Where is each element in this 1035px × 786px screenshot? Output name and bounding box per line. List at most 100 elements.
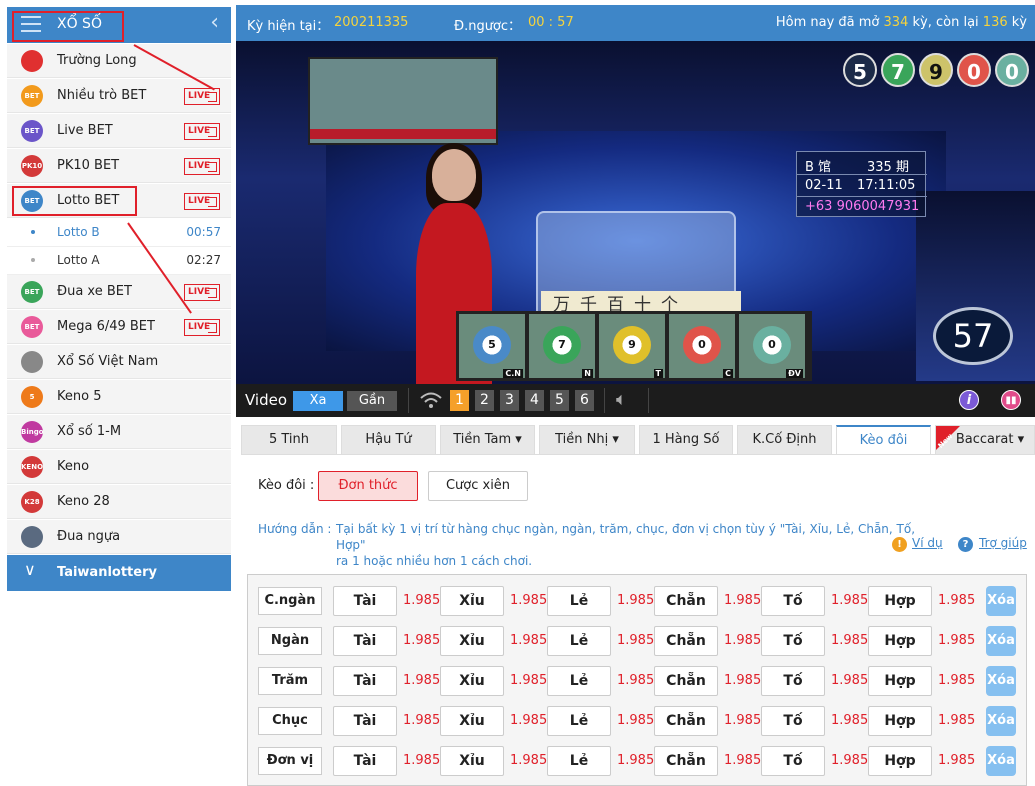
sidebar-item[interactable]: Bingo Xổ số 1-M [7, 415, 231, 449]
wifi-icon[interactable] [419, 390, 443, 410]
sidebar-subitem[interactable]: Lotto B 00:57 [7, 219, 231, 247]
bet-option-button[interactable]: Tài [333, 746, 397, 776]
table-row: Đơn vị Tài 1.985 Xỉu 1.985 Lẻ 1.985 Chẵn 1.985 Tố… [248, 735, 1028, 776]
odds-value: 1.985 [403, 633, 441, 648]
stats-icon[interactable]: ▮▮ [1001, 390, 1021, 410]
tab-1[interactable]: Hậu Tứ [341, 425, 436, 455]
tab-7[interactable]: Baccarat ▾ New [935, 425, 1035, 455]
channel-button[interactable]: 1 [450, 390, 469, 411]
tab-2[interactable]: Tiền Tam ▾ [440, 425, 535, 455]
sidebar-item-label: Keno 28 [57, 494, 110, 509]
odds-value: 1.985 [510, 633, 548, 648]
bet-option-button[interactable]: Xỉu [440, 626, 504, 656]
view-near-button[interactable]: Gần [347, 391, 397, 411]
sidebar-item-taiwanlottery[interactable]: ∨ Taiwanlottery [7, 555, 231, 591]
sidebar-item[interactable]: BET Live BET LIVE [7, 114, 231, 148]
info-icon[interactable]: i [959, 390, 979, 410]
bet-option-button[interactable]: Lẻ [547, 666, 611, 696]
channel-button[interactable]: 3 [500, 390, 519, 411]
bet-option-button[interactable]: Tài [333, 666, 397, 696]
odds-value: 1.985 [617, 753, 655, 768]
sidebar-item[interactable]: BET Mega 6/49 BET LIVE [7, 310, 231, 344]
bet-option-button[interactable]: Hợp [868, 586, 932, 616]
guide-text: Hướng dẫn : Tại bất kỳ 1 vị trí từ hàng … [258, 522, 916, 568]
period-value: 200211335 [334, 15, 409, 30]
bet-option-button[interactable]: Tố [761, 746, 825, 776]
subitem-time: 02:27 [186, 253, 221, 267]
highlight-box-lotto [12, 186, 137, 216]
tab-label: K.Cố Định [752, 432, 817, 447]
bet-pk10-icon: PK10 [21, 155, 43, 177]
speaker-icon[interactable]: 🔈︎ [616, 389, 627, 410]
row-label: Trăm [258, 667, 322, 695]
sidebar-item[interactable]: 5 Keno 5 [7, 380, 231, 414]
bet-option-button[interactable]: Chẵn [654, 666, 718, 696]
help-link[interactable]: Trợ giúp [979, 536, 1027, 550]
help-icon: ? [958, 537, 973, 552]
clear-button[interactable]: Xóa [986, 746, 1016, 776]
bet-option-button[interactable]: Tài [333, 586, 397, 616]
sidebar-item[interactable]: Trường Long [7, 44, 231, 78]
bet-option-button[interactable]: Tài [333, 706, 397, 736]
sidebar-item[interactable]: BET Đua xe BET LIVE [7, 275, 231, 309]
odds-value: 1.985 [617, 713, 655, 728]
sidebar-item[interactable]: Xổ Số Việt Nam [7, 345, 231, 379]
sidebar-item[interactable]: KENO Keno [7, 450, 231, 484]
channel-button[interactable]: 5 [550, 390, 569, 411]
live-video[interactable]: 万千百十个 57900 B 馆 335 期 02-11 17:11:05 +63… [236, 41, 1035, 384]
sidebar-item[interactable]: PK10 PK10 BET LIVE [7, 149, 231, 183]
sidebar-subitem[interactable]: Lotto A 02:27 [7, 247, 231, 275]
clear-button[interactable]: Xóa [986, 666, 1016, 696]
sidebar-item[interactable]: BET Nhiều trò BET LIVE [7, 79, 231, 113]
bet-option-button[interactable]: Xỉu [440, 666, 504, 696]
tab-0[interactable]: 5 Tinh [241, 425, 337, 455]
single-bet-button[interactable]: Đơn thức [318, 471, 418, 501]
sidebar-item[interactable]: Đua ngựa [7, 520, 231, 554]
video-countdown: 57 [933, 307, 1013, 365]
channel-button[interactable]: 6 [575, 390, 594, 411]
tile-tag: N [582, 369, 593, 378]
tile-tag: C [723, 369, 733, 378]
subitem-label: Lotto A [57, 253, 100, 267]
view-far-button[interactable]: Xa [293, 391, 343, 411]
guide-label: Hướng dẫn : [258, 522, 332, 536]
bet-option-button[interactable]: Lẻ [547, 626, 611, 656]
clear-button[interactable]: Xóa [986, 626, 1016, 656]
bet-option-button[interactable]: Xỉu [440, 706, 504, 736]
odds-value: 1.985 [831, 673, 869, 688]
bet-option-button[interactable]: Tài [333, 626, 397, 656]
clear-button[interactable]: Xóa [986, 706, 1016, 736]
bet-option-button[interactable]: Lẻ [547, 586, 611, 616]
tab-4[interactable]: 1 Hàng Số [639, 425, 733, 455]
bet-option-button[interactable]: Tố [761, 706, 825, 736]
bet-option-button[interactable]: Chẵn [654, 586, 718, 616]
tab-6[interactable]: Kèo đôi [836, 425, 931, 455]
bet-option-button[interactable]: Tố [761, 626, 825, 656]
bet-option-button[interactable]: Lẻ [547, 706, 611, 736]
example-link[interactable]: Ví dụ [912, 536, 943, 550]
collapse-chevron-icon[interactable]: ‹ [210, 10, 219, 35]
channel-button[interactable]: 4 [525, 390, 544, 411]
odds-value: 1.985 [510, 753, 548, 768]
bet-option-button[interactable]: Tố [761, 666, 825, 696]
sidebar-item[interactable]: K28 Keno 28 [7, 485, 231, 519]
bet-option-button[interactable]: Xỉu [440, 586, 504, 616]
bet-option-button[interactable]: Chẵn [654, 626, 718, 656]
bet-option-button[interactable]: Tố [761, 586, 825, 616]
tab-3[interactable]: Tiền Nhị ▾ [539, 425, 635, 455]
live-badge: LIVE [184, 284, 220, 301]
odds-value: 1.985 [403, 593, 441, 608]
bet-option-button[interactable]: Lẻ [547, 746, 611, 776]
bet-option-button[interactable]: Hợp [868, 666, 932, 696]
bet-option-button[interactable]: Chẵn [654, 706, 718, 736]
chevron-down-icon: ∨ [24, 560, 36, 579]
combo-bet-button[interactable]: Cược xiên [428, 471, 528, 501]
clear-button[interactable]: Xóa [986, 586, 1016, 616]
tab-5[interactable]: K.Cố Định [737, 425, 832, 455]
bet-option-button[interactable]: Hợp [868, 626, 932, 656]
bet-option-button[interactable]: Chẵn [654, 746, 718, 776]
bet-option-button[interactable]: Xỉu [440, 746, 504, 776]
bet-option-button[interactable]: Hợp [868, 746, 932, 776]
channel-button[interactable]: 2 [475, 390, 494, 411]
bet-option-button[interactable]: Hợp [868, 706, 932, 736]
